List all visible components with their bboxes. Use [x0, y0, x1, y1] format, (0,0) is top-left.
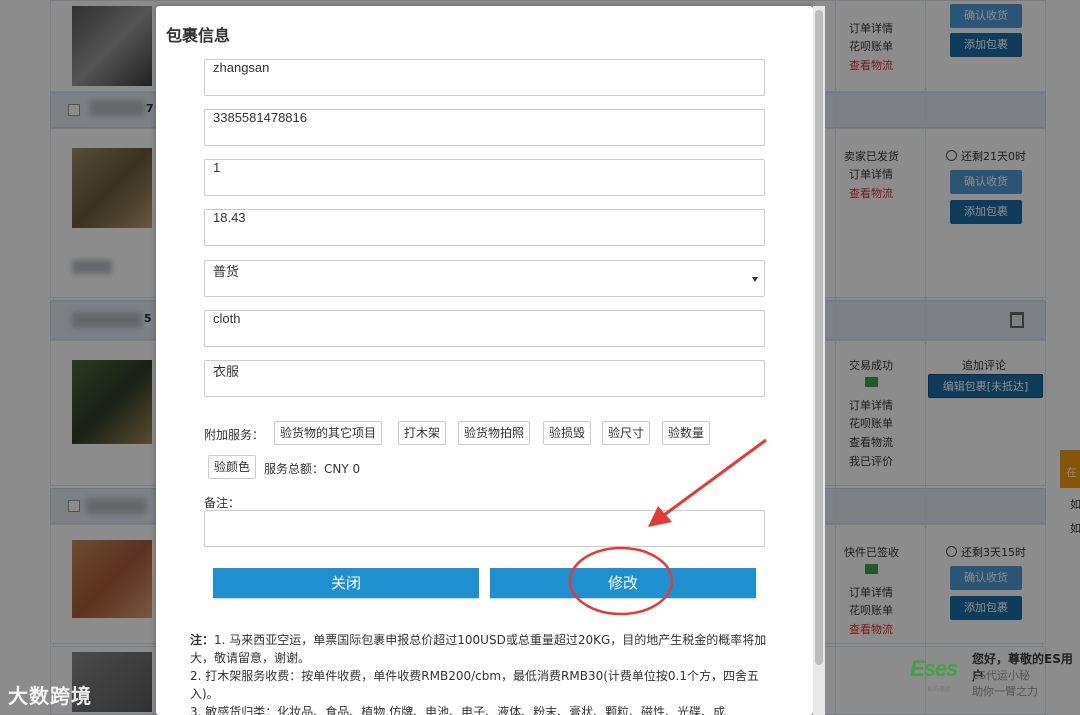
annotation-layer	[568, 438, 767, 616]
annotation-arrow-shaft	[659, 438, 767, 520]
annotation-arrow-head	[648, 506, 672, 527]
highlight-circle	[568, 546, 674, 616]
watermark: 大数跨境	[8, 684, 92, 708]
